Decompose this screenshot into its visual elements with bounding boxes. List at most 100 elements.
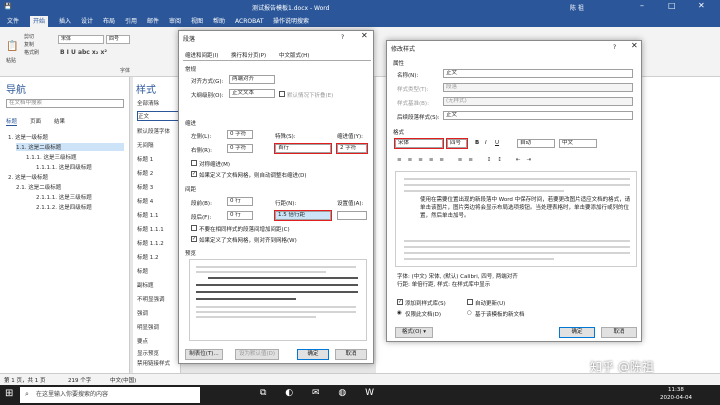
tab-indent-spacing[interactable]: 缩进和间距(I) bbox=[185, 51, 219, 60]
tab-insert[interactable]: 插入 bbox=[56, 16, 74, 27]
special-select[interactable]: 首行 bbox=[274, 143, 332, 154]
disable-linked-checkbox[interactable]: 禁用链接样式 bbox=[137, 359, 179, 367]
clock-date[interactable]: 2020-04-04 bbox=[660, 395, 692, 401]
tab-line-page-breaks[interactable]: 换行和分页(P) bbox=[231, 51, 266, 59]
cut-button[interactable]: 剪切 bbox=[24, 33, 34, 40]
nav-search-input[interactable]: 在文档中搜索 bbox=[6, 99, 124, 108]
bold-button[interactable]: B bbox=[475, 140, 479, 146]
add-gallery-checkbox[interactable]: ✓ bbox=[397, 299, 403, 305]
style-item[interactable]: 标题 3 bbox=[137, 183, 179, 191]
nav-heading[interactable]: 2.1.1.2. 这是四级标题 bbox=[36, 203, 92, 211]
style-item[interactable]: 标题 1.1 bbox=[137, 211, 179, 219]
type-select[interactable]: 段落 bbox=[443, 83, 633, 92]
ok-button[interactable]: 确定 bbox=[297, 349, 329, 360]
clock-time[interactable]: 11:38 bbox=[668, 387, 684, 393]
nav-heading[interactable]: 2.1. 这是二级标题 bbox=[16, 183, 61, 191]
style-item[interactable]: 正文 bbox=[137, 111, 179, 121]
font-size-box[interactable]: 四号 bbox=[106, 35, 130, 44]
nav-heading[interactable]: 1.1. 这是二级标题 bbox=[16, 143, 124, 151]
nav-tab-pages[interactable]: 页面 bbox=[30, 117, 41, 125]
nav-heading[interactable]: 2.1.1.1. 这是三级标题 bbox=[36, 193, 92, 201]
italic-button[interactable]: I bbox=[485, 140, 487, 146]
nav-heading[interactable]: 1. 这是一级标题 bbox=[8, 133, 48, 141]
tab-design[interactable]: 设计 bbox=[78, 16, 96, 27]
style-item[interactable]: 副标题 bbox=[137, 281, 179, 289]
style-item[interactable]: 标题 4 bbox=[137, 197, 179, 205]
style-item[interactable]: 强调 bbox=[137, 309, 179, 317]
font-name-box[interactable]: 宋体 bbox=[58, 35, 104, 44]
right-indent-input[interactable]: 0 字符 bbox=[227, 144, 253, 153]
show-preview-checkbox[interactable]: 显示预览 bbox=[137, 349, 179, 357]
tab-file[interactable]: 文件 bbox=[4, 16, 22, 27]
style-item[interactable]: 标题 1 bbox=[137, 155, 179, 163]
space-after-input[interactable]: 0 行 bbox=[227, 211, 253, 220]
collapse-checkbox[interactable] bbox=[279, 91, 285, 97]
set-default-button[interactable]: 设为默认值(D) bbox=[235, 349, 279, 360]
style-item[interactable]: 标题 2 bbox=[137, 169, 179, 177]
user-name[interactable]: 陈 祖 bbox=[570, 3, 584, 12]
tab-layout[interactable]: 布局 bbox=[100, 16, 118, 27]
nav-heading[interactable]: 1.1.1. 这是三级标题 bbox=[26, 153, 77, 161]
line-spacing-select[interactable]: 1.5 倍行距 bbox=[274, 210, 332, 221]
no-space-checkbox[interactable] bbox=[191, 225, 197, 231]
only-doc-radio[interactable]: ◉ bbox=[397, 310, 402, 316]
font-select[interactable]: 宋体 bbox=[394, 138, 444, 149]
tab-review[interactable]: 审阅 bbox=[166, 16, 184, 27]
size-select[interactable]: 四号 bbox=[446, 138, 468, 149]
minimize-button[interactable]: – bbox=[640, 1, 644, 10]
help-button[interactable]: ? bbox=[613, 44, 616, 51]
paste-icon[interactable]: 📋 bbox=[6, 41, 18, 52]
cancel-button[interactable]: 取消 bbox=[335, 349, 367, 360]
tab-references[interactable]: 引用 bbox=[122, 16, 140, 27]
style-item[interactable]: 标题 1.2 bbox=[137, 253, 179, 261]
style-item[interactable]: 全部清除 bbox=[137, 99, 179, 107]
tell-me-search[interactable]: 操作说明搜索 bbox=[270, 16, 312, 27]
copy-button[interactable]: 复制 bbox=[24, 41, 34, 48]
format-menu-button[interactable]: 格式(O) ▾ bbox=[395, 327, 433, 338]
tab-acrobat[interactable]: ACROBAT bbox=[232, 16, 267, 27]
language-status[interactable]: 中文(中国) bbox=[110, 376, 136, 384]
save-icon[interactable]: 💾 bbox=[4, 3, 11, 10]
auto-update-checkbox[interactable] bbox=[467, 299, 473, 305]
tab-home[interactable]: 开始 bbox=[30, 16, 49, 27]
tabs-button[interactable]: 制表位(T)... bbox=[185, 349, 223, 360]
windows-start-icon[interactable]: ⊞ bbox=[5, 388, 13, 399]
style-item[interactable]: 不明显强调 bbox=[137, 295, 179, 303]
close-icon[interactable]: ✕ bbox=[631, 41, 638, 50]
style-item[interactable]: 明显强调 bbox=[137, 323, 179, 331]
auto-adjust-checkbox[interactable]: ✓ bbox=[191, 171, 197, 177]
left-indent-input[interactable]: 0 字符 bbox=[227, 130, 253, 139]
follow-style-select[interactable]: 正文 bbox=[443, 111, 633, 120]
style-item[interactable]: 标题 bbox=[137, 267, 179, 275]
format-buttons[interactable]: B I U abc x₂ x² bbox=[60, 49, 107, 56]
help-button[interactable]: ? bbox=[341, 34, 344, 41]
alignment-select[interactable]: 两端对齐 bbox=[229, 75, 275, 84]
at-input[interactable] bbox=[337, 211, 367, 220]
indent-amount-input[interactable]: 2 字符 bbox=[336, 143, 368, 154]
format-painter-button[interactable]: 格式刷 bbox=[24, 49, 39, 56]
color-select[interactable]: 自动 bbox=[517, 139, 555, 148]
cancel-button[interactable]: 取消 bbox=[601, 327, 637, 338]
tab-help[interactable]: 帮助 bbox=[210, 16, 228, 27]
alignment-toolbar[interactable]: ≡≡≡≡≡ ≡≡ ↕↕ ⇤⇥ bbox=[397, 157, 537, 163]
ok-button[interactable]: 确定 bbox=[559, 327, 595, 338]
style-item[interactable]: 无间隔 bbox=[137, 141, 179, 149]
word-count[interactable]: 219 个字 bbox=[68, 376, 91, 384]
style-item[interactable]: 标题 1.1.1 bbox=[137, 225, 179, 233]
paste-button[interactable]: 粘贴 bbox=[6, 57, 16, 64]
taskbar-apps[interactable]: ⧉ ◐ ✉ ◍ W bbox=[260, 388, 382, 398]
new-docs-radio[interactable]: ○ bbox=[467, 310, 472, 316]
name-input[interactable]: 正文 bbox=[443, 69, 633, 78]
close-icon[interactable]: ✕ bbox=[361, 31, 368, 40]
nav-heading[interactable]: 1.1.1.1. 这是四级标题 bbox=[36, 163, 92, 171]
tab-view[interactable]: 视图 bbox=[188, 16, 206, 27]
style-item[interactable]: 标题 1.1.2 bbox=[137, 239, 179, 247]
style-item[interactable]: 要点 bbox=[137, 337, 179, 345]
mirror-indent-checkbox[interactable] bbox=[191, 160, 197, 166]
nav-tab-results[interactable]: 结果 bbox=[54, 117, 65, 125]
taskbar-search-input[interactable]: 在这里输入你要搜索的内容 bbox=[20, 387, 200, 403]
maximize-button[interactable]: □ bbox=[668, 1, 676, 10]
based-on-select[interactable]: (无样式) bbox=[443, 97, 633, 106]
tab-asian-typography[interactable]: 中文版式(H) bbox=[279, 51, 309, 59]
snap-grid-checkbox[interactable]: ✓ bbox=[191, 236, 197, 242]
